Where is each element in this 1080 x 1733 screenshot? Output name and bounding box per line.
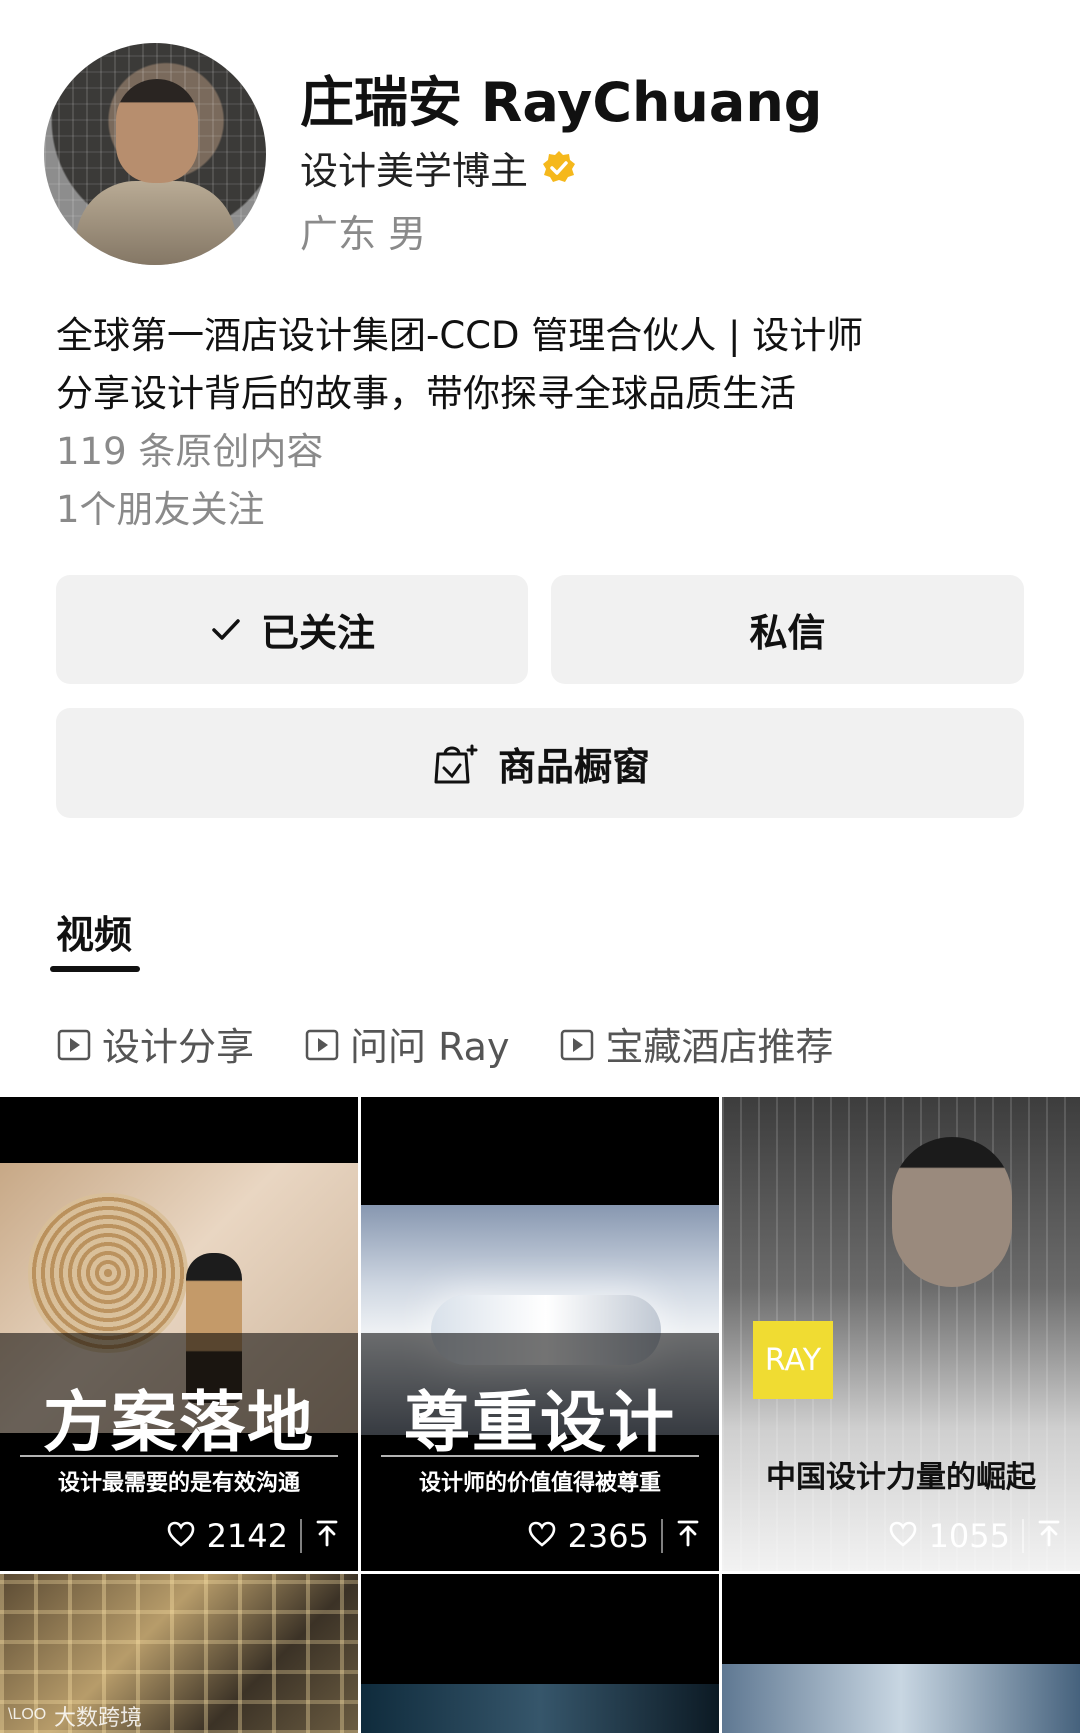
video-title: 尊重设计 bbox=[404, 1384, 676, 1461]
followed-button[interactable]: 已关注 bbox=[56, 575, 528, 684]
avatar-body bbox=[76, 181, 236, 265]
video-stats: 2142 bbox=[167, 1517, 340, 1555]
video-tile[interactable]: 尊重设计 设计师的价值值得被尊重 2365 bbox=[361, 1097, 719, 1571]
video-subtitle: 设计师的价值值得被尊重 bbox=[418, 1471, 661, 1496]
shopping-bag-icon bbox=[430, 738, 480, 788]
heart-icon[interactable] bbox=[889, 1517, 917, 1555]
video-thumbnail bbox=[361, 1684, 719, 1733]
verified-badge-icon bbox=[540, 149, 578, 187]
collection-label: 问问 Ray bbox=[350, 1025, 510, 1069]
video-stats: 1055 bbox=[889, 1517, 1062, 1555]
collection-label: 宝藏酒店推荐 bbox=[605, 1025, 834, 1069]
svg-text:\LOO: \LOO bbox=[8, 1706, 46, 1723]
video-thumbnail bbox=[722, 1664, 1080, 1733]
heart-icon[interactable] bbox=[167, 1517, 195, 1555]
like-count: 1055 bbox=[928, 1517, 1010, 1555]
shop-window-button[interactable]: 商品橱窗 bbox=[56, 708, 1024, 818]
avatar[interactable] bbox=[44, 43, 266, 265]
message-button[interactable]: 私信 bbox=[551, 575, 1024, 684]
bio-line-1: 全球第一酒店设计集团-CCD 管理合伙人 | 设计师 bbox=[56, 314, 864, 357]
shop-window-label: 商品橱窗 bbox=[497, 744, 650, 789]
ray-badge: RAY bbox=[753, 1321, 833, 1399]
profile-title: 设计美学博主 bbox=[300, 149, 529, 193]
bio-line-2: 分享设计背后的故事，带你探寻全球品质生活 bbox=[56, 372, 796, 415]
profile-name: 庄瑞安 RayChuang bbox=[300, 71, 823, 134]
video-stats: 2365 bbox=[528, 1517, 701, 1555]
portrait-figure bbox=[892, 1137, 1012, 1287]
profile-bio: 全球第一酒店设计集团-CCD 管理合伙人 | 设计师 分享设计背后的故事，带你探… bbox=[56, 307, 1036, 539]
message-button-label: 私信 bbox=[749, 611, 826, 655]
tab-video[interactable]: 视频 bbox=[56, 904, 132, 959]
friends-following[interactable]: 1个朋友关注 bbox=[56, 481, 1036, 539]
watermark-text: 大数跨境 bbox=[54, 1706, 143, 1731]
original-content-count: 119 条原创内容 bbox=[56, 430, 324, 473]
playlist-icon bbox=[304, 1026, 340, 1062]
share-icon[interactable] bbox=[314, 1517, 340, 1555]
title-divider bbox=[381, 1455, 699, 1457]
watermark-logo-icon: \LOO bbox=[8, 1702, 48, 1730]
followed-button-label: 已关注 bbox=[260, 611, 375, 655]
tab-active-indicator bbox=[50, 966, 140, 972]
video-tile[interactable]: RAY 中国设计力量的崛起 1055 bbox=[722, 1097, 1080, 1571]
watermark: \LOO 大数跨境 bbox=[8, 1700, 142, 1732]
heart-icon[interactable] bbox=[528, 1517, 556, 1555]
stats-divider bbox=[661, 1519, 663, 1553]
collection-ask-ray[interactable]: 问问 Ray bbox=[304, 1016, 509, 1071]
collection-design-share[interactable]: 设计分享 bbox=[56, 1016, 254, 1071]
wall-art-decoration bbox=[28, 1193, 188, 1353]
avatar-face bbox=[116, 79, 198, 183]
share-icon[interactable] bbox=[675, 1517, 701, 1555]
video-subtitle: 设计最需要的是有效沟通 bbox=[57, 1471, 300, 1496]
like-count: 2142 bbox=[206, 1517, 288, 1555]
profile-location: 广东 男 bbox=[300, 212, 427, 256]
collection-label: 设计分享 bbox=[102, 1025, 255, 1069]
like-count: 2365 bbox=[567, 1517, 649, 1555]
stats-divider bbox=[300, 1519, 302, 1553]
profile-title-row: 设计美学博主 bbox=[300, 140, 578, 195]
playlist-icon bbox=[56, 1026, 92, 1062]
stats-divider bbox=[1022, 1519, 1024, 1553]
video-tile[interactable] bbox=[722, 1574, 1080, 1733]
collection-hotel-picks[interactable]: 宝藏酒店推荐 bbox=[559, 1016, 833, 1071]
video-tile[interactable]: 方案落地 设计最需要的是有效沟通 2142 bbox=[0, 1097, 358, 1571]
playlist-icon bbox=[559, 1026, 595, 1062]
video-tile[interactable] bbox=[361, 1574, 719, 1733]
title-divider bbox=[20, 1455, 338, 1457]
checkmark-icon bbox=[209, 613, 243, 647]
share-icon[interactable] bbox=[1036, 1517, 1062, 1555]
video-title: 中国设计力量的崛起 bbox=[766, 1460, 1036, 1495]
video-title: 方案落地 bbox=[43, 1384, 315, 1461]
collection-list: 设计分享 问问 Ray 宝藏酒店推荐 bbox=[56, 1016, 833, 1071]
